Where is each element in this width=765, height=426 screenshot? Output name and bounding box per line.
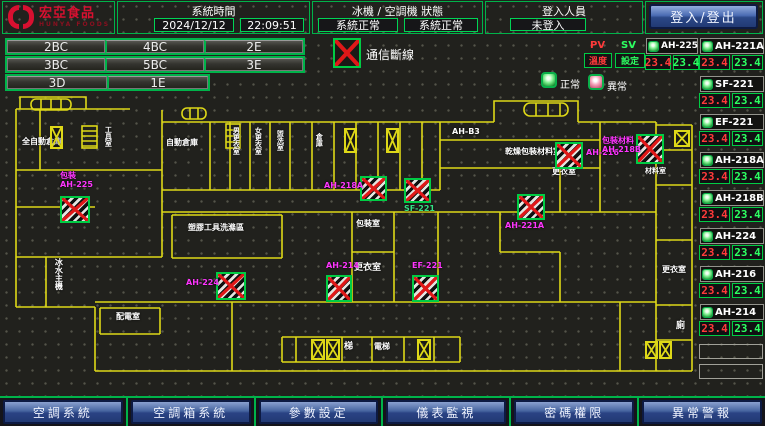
pv-value: 23.4 [699, 55, 730, 70]
unit-AH-214[interactable]: AH-214 [700, 304, 764, 320]
sv-value: 23.4 [732, 321, 763, 336]
unit-name: SF-221 [715, 79, 754, 90]
status-lamp-icon [648, 41, 659, 52]
status-lamp-icon [702, 41, 713, 52]
sv-value: 23.4 [732, 93, 763, 108]
status-lamp-icon [702, 155, 713, 166]
unit-name: AH-225 [661, 41, 698, 51]
sv-value: 23.4 [732, 245, 763, 260]
sv-value: 23.4 [732, 207, 763, 222]
nav-cell: 參數設定 [254, 398, 382, 426]
unit-name: AH-214 [715, 307, 756, 318]
pv-value: 23.4 [699, 321, 730, 336]
nav-button-儀表監視[interactable]: 儀表監視 [386, 400, 506, 424]
nav-cell: 儀表監視 [381, 398, 509, 426]
status-lamp-icon [702, 117, 713, 128]
nav-button-密碼權限[interactable]: 密碼權限 [514, 400, 634, 424]
sv-value: 23.4 [732, 283, 763, 298]
unit-AH-221A[interactable]: AH-221A [700, 38, 764, 54]
status-lamp-icon [702, 269, 713, 280]
pv-value: 23.4 [699, 207, 730, 222]
empty-unit-slot [699, 364, 763, 379]
unit-name: AH-216 [715, 269, 756, 280]
hmi-screen: 宏亞食品 HUNYA FOODS 系統時間 2024/12/12 22:09:5… [0, 0, 765, 426]
status-lamp-icon [702, 79, 713, 90]
pv-value: 23.4 [645, 55, 671, 70]
nav-cell: 密碼權限 [509, 398, 637, 426]
unit-AH-225[interactable]: AH-225 [646, 38, 698, 54]
nav-button-空調系統[interactable]: 空調系統 [3, 400, 123, 424]
sv-value: 23.4 [732, 169, 763, 184]
unit-AH-216[interactable]: AH-216 [700, 266, 764, 282]
pv-value: 23.4 [699, 169, 730, 184]
pv-value: 23.4 [699, 283, 730, 298]
sv-value: 23.4 [673, 55, 699, 70]
unit-AH-218A[interactable]: AH-218A [700, 152, 764, 168]
status-lamp-icon [702, 193, 713, 204]
empty-unit-slot [699, 344, 763, 359]
status-lamp-icon [702, 307, 713, 318]
unit-name: AH-218B [715, 193, 764, 204]
unit-name: EF-221 [715, 117, 753, 128]
nav-button-空調箱系統[interactable]: 空調箱系統 [131, 400, 251, 424]
unit-EF-221[interactable]: EF-221 [700, 114, 764, 130]
bottom-nav-bar: 空調系統空調箱系統參數設定儀表監視密碼權限異常警報 [0, 396, 765, 426]
pv-value: 23.4 [699, 245, 730, 260]
nav-button-異常警報[interactable]: 異常警報 [642, 400, 762, 424]
status-lamp-icon [702, 231, 713, 242]
sv-value: 23.4 [732, 131, 763, 146]
nav-cell: 空調系統 [0, 398, 126, 426]
unit-name: AH-224 [715, 231, 756, 242]
unit-AH-224[interactable]: AH-224 [700, 228, 764, 244]
unit-name: AH-218A [715, 155, 764, 166]
unit-readout-panel: AH-22523.423.4AH-221A23.423.4SF-22123.42… [0, 0, 765, 426]
nav-cell: 空調箱系統 [126, 398, 254, 426]
pv-value: 23.4 [699, 131, 730, 146]
unit-name: AH-221A [715, 41, 764, 52]
nav-cell: 異常警報 [637, 398, 765, 426]
sv-value: 23.4 [732, 55, 763, 70]
unit-SF-221[interactable]: SF-221 [700, 76, 764, 92]
nav-button-參數設定[interactable]: 參數設定 [259, 400, 379, 424]
pv-value: 23.4 [699, 93, 730, 108]
unit-AH-218B[interactable]: AH-218B [700, 190, 764, 206]
